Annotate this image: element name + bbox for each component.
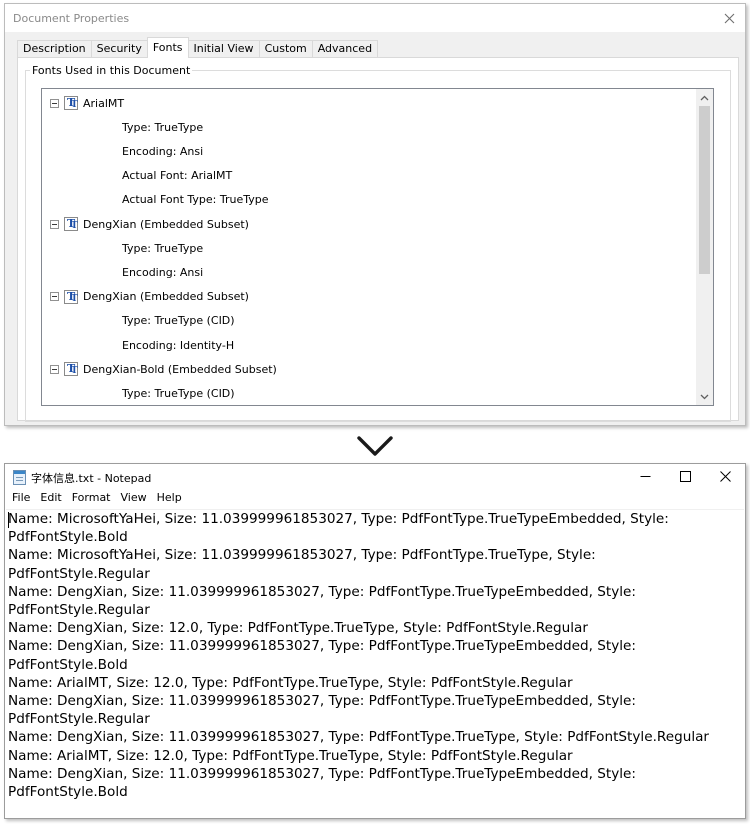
tree-property-node[interactable]: Actual Font: ArialMT — [122, 164, 232, 188]
tree-node-label: Actual Font: ArialMT — [122, 169, 233, 183]
chevron-down-icon — [357, 436, 393, 456]
menu-view[interactable]: View — [116, 490, 152, 510]
tree-font-node[interactable]: T T DengXian (Embedded Subset) — [50, 212, 249, 236]
document-properties-dialog: Document Properties Description Security… — [4, 3, 746, 426]
tree-node-label: Type: TrueType (CID) — [122, 386, 235, 400]
dialog-title: Document Properties — [13, 12, 130, 25]
menu-edit[interactable]: Edit — [35, 490, 66, 510]
text-caret — [8, 512, 9, 528]
truetype-font-icon: TT — [64, 96, 78, 110]
fonts-groupbox: Fonts Used in this Document T T ArialMT Typ… — [25, 64, 731, 422]
collapse-icon[interactable] — [50, 98, 59, 108]
text-line: Name: DengXian, Size: 11.039999961853027… — [8, 693, 636, 728]
tab-custom[interactable]: Custom — [258, 40, 313, 58]
collapse-icon[interactable] — [50, 364, 59, 374]
menu-help[interactable]: Help — [152, 490, 187, 510]
minimize-button[interactable] — [625, 464, 665, 488]
notepad-window: 字体信息.txt - Notepad File Edit Format View… — [4, 463, 746, 819]
menu-file[interactable]: File — [7, 490, 35, 510]
scroll-thumb[interactable] — [699, 106, 710, 274]
notepad-content: Name: MicrosoftYaHei, Size: 11.039999961… — [8, 510, 728, 801]
scroll-up-icon[interactable] — [696, 89, 713, 106]
collapse-icon[interactable] — [50, 292, 59, 302]
fonts-tab-panel: Fonts Used in this Document T T ArialMT Typ… — [17, 57, 739, 422]
tree-node-label: Encoding: Identity-H — [122, 338, 235, 352]
text-line: Name: DengXian, Size: 11.039999961853027… — [8, 729, 710, 746]
tree-property-node[interactable]: Encoding: Identity-H — [122, 333, 234, 357]
tab-strip: Description Security Fonts Initial View … — [17, 37, 379, 58]
tab-initial-view[interactable]: Initial View — [187, 40, 260, 58]
truetype-font-icon: TT — [64, 217, 78, 231]
dialog-titlebar[interactable]: Document Properties — [5, 4, 745, 32]
collapse-icon[interactable] — [50, 219, 59, 229]
text-line: Name: DengXian, Size: 11.039999961853027… — [8, 638, 636, 673]
tree-property-node[interactable]: Encoding: Ansi — [122, 260, 203, 284]
tree-node-label: Type: TrueType — [122, 241, 204, 255]
tree-node-label: Encoding: Ansi — [122, 144, 204, 158]
tree-node-label: DengXian (Embedded Subset) — [83, 290, 249, 304]
fonts-tree-view[interactable]: T T ArialMT Type: TrueType Encoding: Ansi Act… — [41, 88, 714, 406]
truetype-font-icon: TT — [64, 289, 78, 304]
tree-property-node[interactable]: Type: TrueType — [122, 115, 203, 139]
text-line: Name: ArialMT, Size: 12.0, Type: PdfFont… — [8, 674, 573, 691]
tree-property-node[interactable]: Encoding: Ansi — [122, 139, 203, 163]
tree-node-label: Actual Font Type: TrueType — [122, 193, 269, 207]
scroll-down-icon[interactable] — [696, 388, 713, 405]
tree-node-label: ArialMT — [83, 96, 125, 110]
text-line: Name: MicrosoftYaHei, Size: 11.039999961… — [8, 547, 596, 582]
notepad-title: 字体信息.txt - Notepad — [31, 472, 152, 485]
groupbox-label: Fonts Used in this Document — [30, 64, 193, 77]
tab-advanced[interactable]: Advanced — [311, 40, 379, 58]
maximize-button[interactable] — [665, 464, 705, 488]
tree-property-node[interactable]: Type: TrueType (CID) — [122, 309, 235, 333]
tab-security[interactable]: Security — [90, 40, 148, 58]
tree-node-label: Type: TrueType — [122, 120, 204, 134]
notepad-text-area[interactable]: Name: MicrosoftYaHei, Size: 11.039999961… — [6, 509, 744, 817]
vertical-scrollbar[interactable] — [696, 89, 713, 405]
close-button[interactable] — [705, 464, 745, 488]
text-line: Name: DengXian, Size: 12.0, Type: PdfFon… — [8, 620, 588, 637]
minimize-icon — [640, 475, 650, 477]
menu-format[interactable]: Format — [67, 490, 116, 510]
tree-property-node[interactable]: Type: TrueType (CID) — [122, 381, 235, 405]
close-icon — [719, 470, 731, 482]
notepad-titlebar[interactable]: 字体信息.txt - Notepad — [5, 464, 745, 490]
tab-description[interactable]: Description — [17, 40, 92, 58]
truetype-font-icon: TT — [64, 362, 78, 377]
tree-node-label: DengXian-Bold (Embedded Subset) — [83, 362, 277, 376]
notepad-icon — [13, 470, 26, 485]
text-line: Name: DengXian, Size: 11.039999961853027… — [8, 765, 636, 801]
tree-property-node[interactable]: Type: TrueType — [122, 236, 203, 260]
tree-font-node[interactable]: T T DengXian-Bold (Embedded Subset) — [50, 357, 277, 381]
tab-fonts[interactable]: Fonts — [146, 37, 189, 58]
notepad-menubar: File Edit Format View Help — [5, 490, 187, 510]
tree-font-node[interactable]: T T DengXian (Embedded Subset) — [50, 285, 249, 309]
tree-node-label: Type: TrueType (CID) — [122, 314, 235, 328]
tree-property-node[interactable]: Actual Font Type: TrueType — [122, 188, 269, 212]
text-line: Name: ArialMT, Size: 12.0, Type: PdfFont… — [8, 747, 573, 764]
text-line: Name: MicrosoftYaHei, Size: 11.039999961… — [8, 511, 669, 546]
tree-font-node[interactable]: T T ArialMT — [50, 91, 124, 115]
text-line: Name: DengXian, Size: 11.039999961853027… — [8, 583, 636, 619]
maximize-icon — [679, 470, 691, 482]
tree-node-label: DengXian (Embedded Subset) — [83, 217, 249, 231]
tree-node-label: Encoding: Ansi — [122, 265, 204, 279]
close-icon[interactable] — [719, 9, 739, 27]
